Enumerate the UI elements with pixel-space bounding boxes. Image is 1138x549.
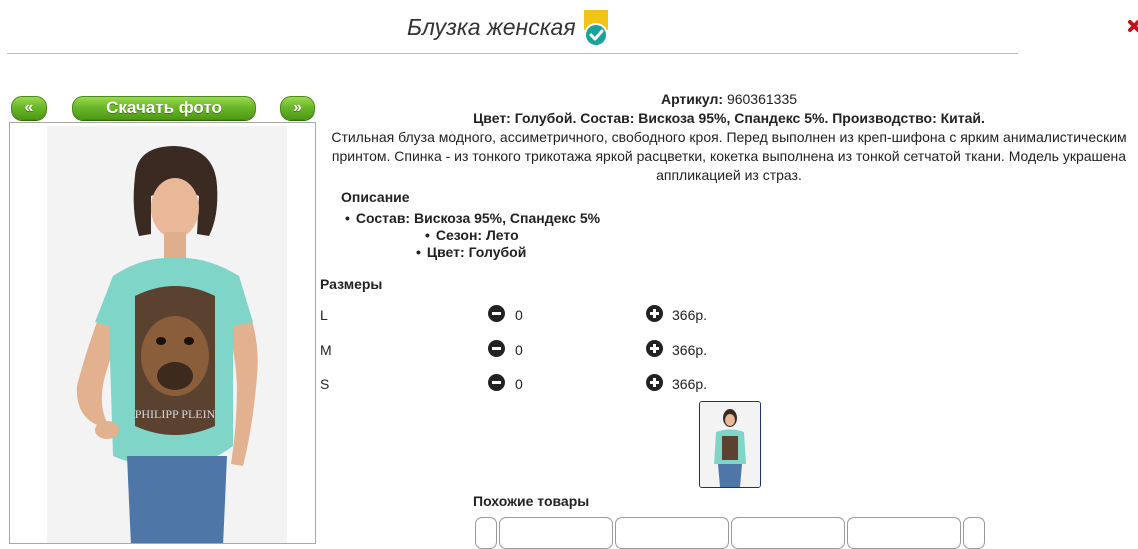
quantity-value: 0 xyxy=(515,307,523,323)
bullet-icon: • xyxy=(416,244,421,260)
similar-product-card[interactable] xyxy=(847,517,961,549)
detail-text: Состав: Вискоза 95%, Спандекс 5% xyxy=(355,210,601,226)
similar-next-button[interactable] xyxy=(963,517,985,549)
similar-product-card[interactable] xyxy=(731,517,845,549)
product-photo: PHILIPP PLEIN xyxy=(47,126,287,543)
detail-text: Цвет: Голубой xyxy=(426,244,527,260)
size-label: S xyxy=(320,376,330,392)
plus-circle-icon[interactable] xyxy=(646,374,663,391)
price-value: 366р. xyxy=(672,376,708,392)
similar-prev-button[interactable] xyxy=(475,517,497,549)
photo-thumbnail[interactable] xyxy=(699,401,761,488)
similar-product-card[interactable] xyxy=(499,517,613,549)
similar-product-card[interactable] xyxy=(615,517,729,549)
product-description: Стильная блуза модного, ассиметричного, … xyxy=(331,129,1127,183)
minus-circle-icon[interactable] xyxy=(488,340,505,357)
quantity-value: 0 xyxy=(515,376,523,392)
size-label: M xyxy=(320,342,332,358)
plus-circle-icon[interactable] xyxy=(646,305,663,322)
article-label: Артикул: xyxy=(660,91,724,107)
size-row: L 0 366р. xyxy=(320,305,740,325)
bullet-icon: • xyxy=(425,227,430,243)
sizes-heading: Размеры xyxy=(320,276,383,292)
page-title: Блузка женская xyxy=(407,14,576,40)
next-photo-button[interactable]: » xyxy=(280,96,315,120)
article-value: 960361335 xyxy=(726,91,798,107)
title-row: Блузка женская xyxy=(0,8,1020,48)
minus-circle-icon[interactable] xyxy=(488,305,505,322)
minus-circle-icon[interactable] xyxy=(488,374,505,391)
similar-products-heading: Похожие товары xyxy=(473,493,590,509)
check-badge-icon xyxy=(583,10,609,48)
spec-line: Цвет: Голубой. Состав: Вискоза 95%, Спан… xyxy=(473,110,985,126)
price-value: 366р. xyxy=(672,307,708,323)
detail-item: • Состав: Вискоза 95%, Спандекс 5% xyxy=(345,210,600,227)
detail-item: • Цвет: Голубой xyxy=(416,244,526,261)
price-value: 366р. xyxy=(672,342,708,358)
product-photo-frame: PHILIPP PLEIN xyxy=(9,122,316,544)
close-icon[interactable] xyxy=(1128,14,1138,42)
plus-circle-icon[interactable] xyxy=(646,340,663,357)
title-divider xyxy=(7,53,1018,54)
article-line: Артикул: 960361335 xyxy=(320,90,1138,108)
thumbnail-image xyxy=(700,402,760,487)
download-photo-button[interactable]: Скачать фото xyxy=(72,96,256,120)
bullet-icon: • xyxy=(345,210,350,226)
quantity-value: 0 xyxy=(515,342,523,358)
svg-text:PHILIPP PLEIN: PHILIPP PLEIN xyxy=(135,407,216,421)
size-row: S 0 366р. xyxy=(320,374,740,394)
previous-photo-button[interactable]: « xyxy=(11,96,47,120)
details-heading: Описание xyxy=(341,189,410,205)
size-label: L xyxy=(320,307,328,323)
size-row: M 0 366р. xyxy=(320,340,740,360)
detail-item: • Сезон: Лето xyxy=(425,227,519,244)
detail-text: Сезон: Лето xyxy=(435,227,519,243)
